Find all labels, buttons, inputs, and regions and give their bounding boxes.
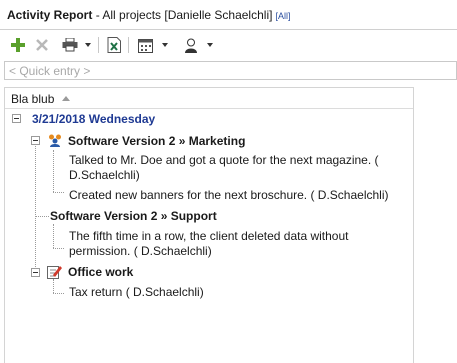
notepad-pencil-icon <box>47 266 62 279</box>
date-header: 3/21/2018 Wednesday <box>32 112 156 126</box>
quick-entry-field[interactable] <box>4 61 457 80</box>
collapse-toggle[interactable] <box>31 136 40 145</box>
people-icon <box>49 134 61 147</box>
collapse-toggle[interactable] <box>31 268 40 277</box>
tree-line <box>53 150 54 192</box>
user-icon <box>184 38 197 53</box>
delete-icon <box>36 39 48 51</box>
entry-text[interactable]: The fifth time in a row, the client dele… <box>69 229 349 243</box>
toolbar-separator <box>128 37 129 53</box>
sort-ascending-icon <box>62 96 71 101</box>
calendar-icon <box>138 38 153 53</box>
activity-list: Bla blub 3/21/2018 Wednesday Software Ve… <box>4 87 414 363</box>
entry-text[interactable]: Tax return ( D.Schaelchli) <box>69 285 204 299</box>
plus-icon <box>11 38 25 52</box>
delete-button[interactable] <box>34 36 50 54</box>
window-title: Activity Report - All projects [Danielle… <box>0 0 457 30</box>
chevron-down-icon[interactable] <box>206 43 213 47</box>
tree-line <box>53 224 54 248</box>
column-header[interactable]: Bla blub <box>5 88 413 109</box>
report-title: Activity Report <box>7 8 93 22</box>
calendar-button[interactable] <box>135 36 171 54</box>
collapse-toggle[interactable] <box>12 114 21 123</box>
group-title[interactable]: Software Version 2 » Marketing <box>68 134 245 148</box>
print-icon <box>62 38 77 52</box>
tree-line <box>53 192 64 193</box>
column-header-label: Bla blub <box>11 92 55 106</box>
user-filter-button[interactable] <box>180 36 216 54</box>
entry-text[interactable]: permission. ( D.Schaelchli) <box>69 244 212 258</box>
export-excel-button[interactable] <box>105 36 123 54</box>
chevron-down-icon[interactable] <box>162 43 168 47</box>
entry-text[interactable]: D.Schaelchli) <box>69 168 140 182</box>
print-button[interactable] <box>59 36 93 54</box>
add-button[interactable] <box>10 36 26 54</box>
tree-line <box>35 144 36 273</box>
group-title[interactable]: Software Version 2 » Support <box>50 209 217 223</box>
report-subtitle: - All projects [Danielle Schaelchli] <box>92 8 273 22</box>
entry-text[interactable]: Created new banners for the next broschu… <box>69 188 389 202</box>
tree-line <box>35 216 49 217</box>
all-projects-link[interactable]: [All] <box>275 11 290 21</box>
quick-entry-input[interactable] <box>9 64 456 78</box>
excel-icon <box>107 37 121 53</box>
tree-line <box>53 279 54 293</box>
entry-text[interactable]: Talked to Mr. Doe and got a quote for th… <box>69 153 379 167</box>
tree-line <box>53 248 64 249</box>
toolbar <box>0 31 457 59</box>
toolbar-separator <box>98 37 99 53</box>
group-title[interactable]: Office work <box>68 265 133 279</box>
tree-line <box>53 293 64 294</box>
chevron-down-icon[interactable] <box>84 43 91 47</box>
